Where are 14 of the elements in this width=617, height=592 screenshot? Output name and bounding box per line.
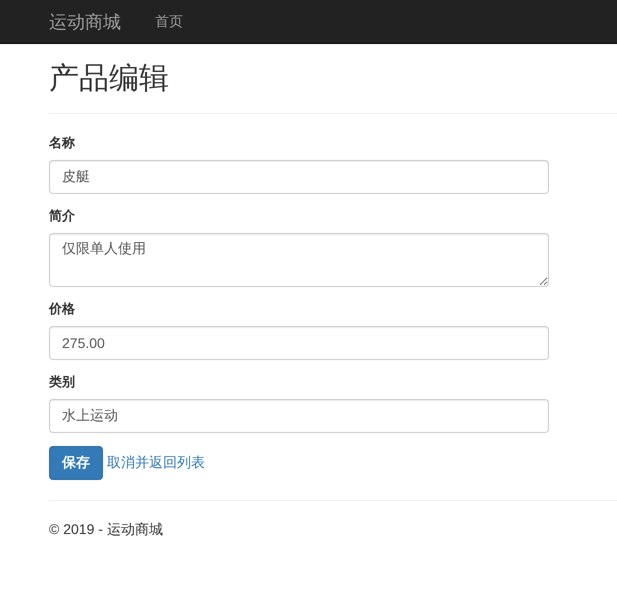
nav-link[interactable]: 首页 [155,12,183,30]
field-label: 简介 [49,207,76,225]
field-label: 价格 [49,300,76,318]
save-button[interactable]: 保存 [49,446,103,480]
field-label: 名称 [49,134,76,152]
input-field[interactable]: 水上运动 [49,399,549,433]
field-label: 类别 [49,373,76,391]
cancel-link[interactable]: 取消并返回列表 [107,454,205,472]
footer-text: © 2019 - 运动商城 [49,521,164,539]
input-field[interactable]: 皮艇 [49,160,549,194]
brand-link[interactable]: 运动商城 [49,10,121,34]
input-field[interactable]: 275.00 [49,326,549,360]
page-title: 产品编辑 [49,62,170,95]
text-area[interactable]: 仅限单人使用 [49,233,549,287]
